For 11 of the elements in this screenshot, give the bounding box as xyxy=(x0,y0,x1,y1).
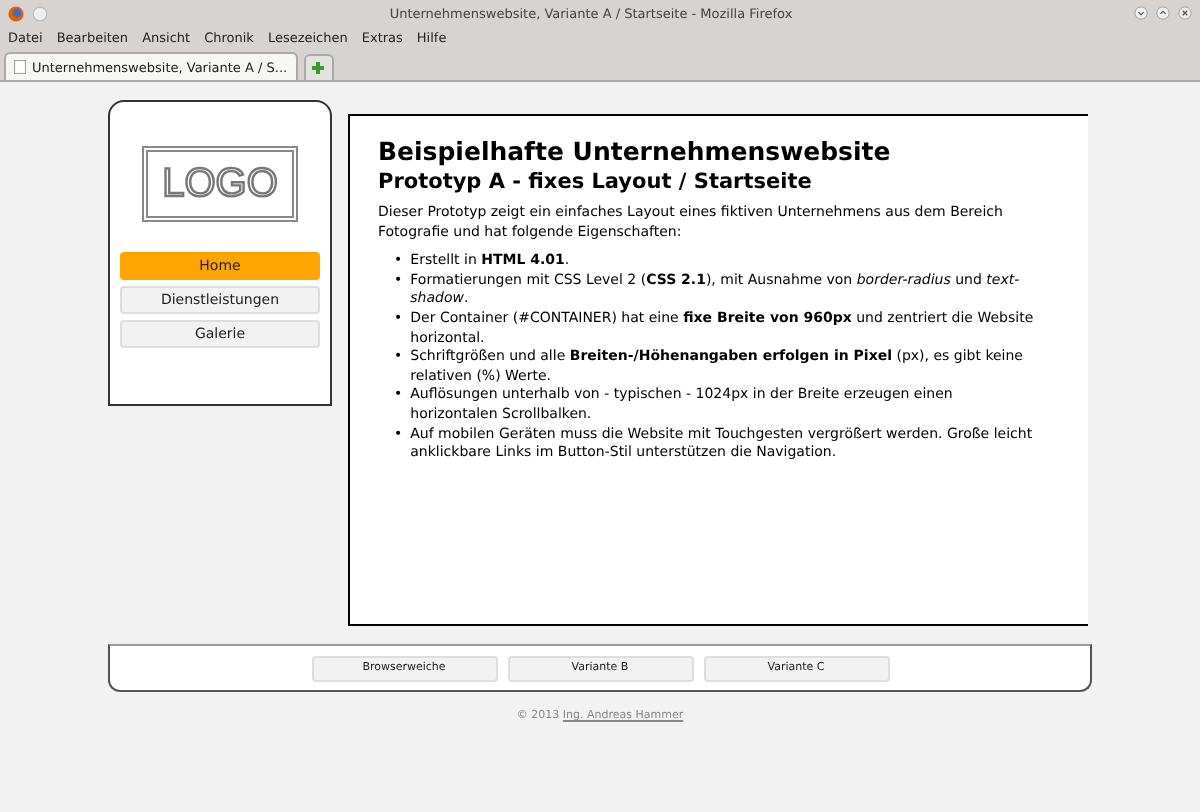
logo: LOGO xyxy=(142,146,298,222)
browser-logo-icon xyxy=(8,5,24,21)
page-icon xyxy=(14,60,26,74)
page-heading: Beispielhafte Unternehmenswebsite xyxy=(378,136,893,166)
maximize-icon[interactable] xyxy=(1156,6,1170,20)
new-tab-button[interactable] xyxy=(303,54,334,80)
minimize-icon[interactable] xyxy=(1134,6,1148,20)
plus-icon xyxy=(310,60,327,76)
circle-icon xyxy=(32,5,48,21)
close-icon[interactable] xyxy=(1178,6,1192,20)
page-subheading: Prototyp A - fixes Layout / Startseite xyxy=(378,170,814,194)
